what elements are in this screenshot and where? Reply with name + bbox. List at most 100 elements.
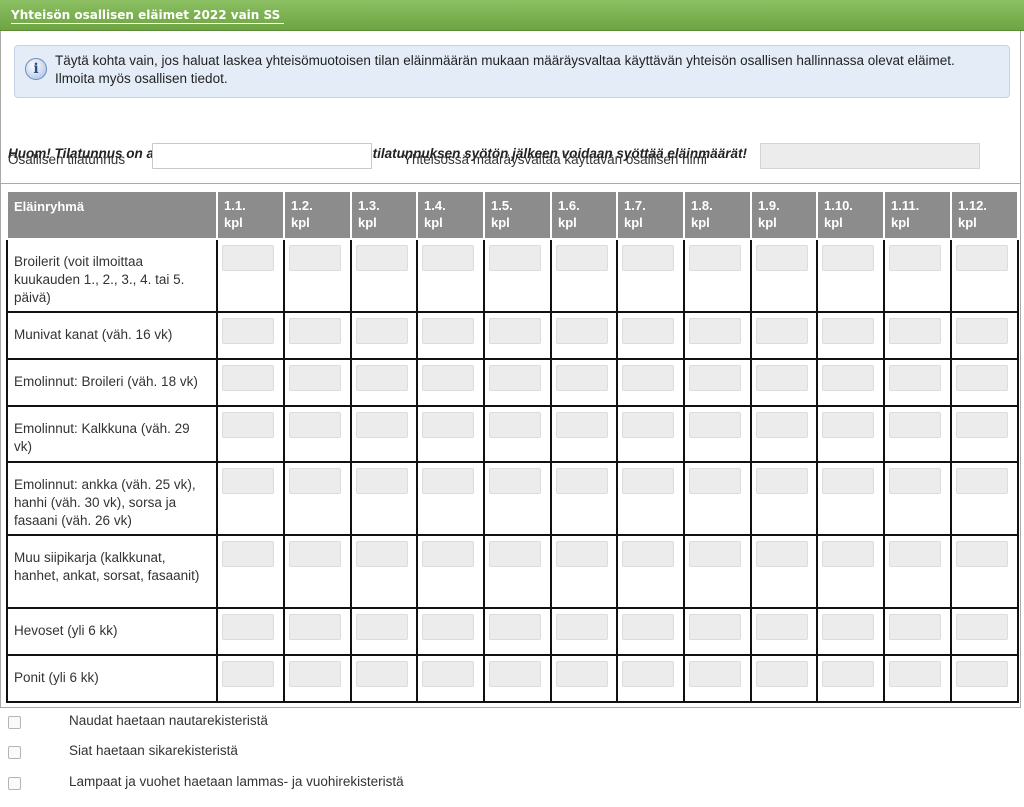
table-cell <box>283 311 352 360</box>
animal-count-input <box>822 412 874 438</box>
table-cell <box>816 405 885 463</box>
table-cell <box>483 607 552 656</box>
table-cell <box>883 654 952 703</box>
table-cell <box>416 358 485 407</box>
registry-checkbox-row[interactable]: Naudat haetaan nautarekisteristä <box>8 713 608 733</box>
table-cell <box>883 461 952 536</box>
animal-count-input <box>489 412 541 438</box>
table-cell <box>816 461 885 536</box>
table-cell <box>550 654 618 703</box>
column-header-unit: kpl <box>558 215 577 230</box>
table-cell <box>750 238 818 313</box>
table-cell <box>283 534 352 609</box>
table-cell <box>416 534 485 609</box>
registry-checkbox[interactable] <box>8 777 21 790</box>
registry-checkbox-row[interactable]: Siat haetaan sikarekisteristä <box>8 743 608 763</box>
animal-group-label: Broilerit (voit ilmoittaa kuukauden 1., … <box>6 238 218 313</box>
table-cell <box>350 311 418 360</box>
column-header-month: 1.11. kpl <box>883 190 952 240</box>
column-header-month: 1.6. kpl <box>550 190 618 240</box>
animal-count-input <box>289 245 341 271</box>
farm-id-input[interactable] <box>152 143 372 169</box>
table-cell <box>683 405 752 463</box>
animal-count-input <box>956 614 1008 640</box>
table-cell <box>750 405 818 463</box>
table-row: Broilerit (voit ilmoittaa kuukauden 1., … <box>6 238 1019 313</box>
animal-count-input <box>822 318 874 344</box>
table-cell <box>883 311 952 360</box>
column-header-month: 1.4. kpl <box>416 190 485 240</box>
table-cell <box>883 607 952 656</box>
table-row: Muu siipikarja (kalkkunat, hanhet, ankat… <box>6 534 1019 609</box>
registry-checkbox[interactable] <box>8 746 21 759</box>
table-cell <box>950 238 1019 313</box>
animal-count-input <box>889 541 941 567</box>
animal-count-input <box>889 365 941 391</box>
table-cell <box>416 461 485 536</box>
table-cell <box>750 358 818 407</box>
animal-count-input <box>422 318 474 344</box>
animal-count-input <box>956 245 1008 271</box>
animal-count-input <box>489 468 541 494</box>
column-header-date: 1.4. <box>424 198 446 213</box>
animal-count-input <box>289 541 341 567</box>
animal-count-input <box>289 318 341 344</box>
table-cell <box>883 358 952 407</box>
animal-count-input <box>622 614 674 640</box>
animal-count-input <box>556 318 608 344</box>
table-cell <box>283 358 352 407</box>
animal-count-input <box>356 412 408 438</box>
column-header-month: 1.2. kpl <box>283 190 352 240</box>
animal-count-input <box>889 318 941 344</box>
animal-count-input <box>956 541 1008 567</box>
table-cell <box>216 534 285 609</box>
section-title[interactable]: Yhteisön osallisen eläimet 2022 vain SS <box>11 8 285 24</box>
animal-count-input <box>822 468 874 494</box>
table-cell <box>950 405 1019 463</box>
animal-count-input <box>689 318 741 344</box>
animal-count-input <box>622 245 674 271</box>
animal-count-input <box>689 412 741 438</box>
animal-group-label: Muu siipikarja (kalkkunat, hanhet, ankat… <box>6 534 218 609</box>
column-header-month: 1.12. kpl <box>950 190 1019 240</box>
animal-group-label: Emolinnut: Kalkkuna (väh. 29 vk) <box>6 405 218 463</box>
animal-count-input <box>289 412 341 438</box>
animal-count-input <box>556 541 608 567</box>
animal-count-input <box>222 365 274 391</box>
animal-count-input <box>289 365 341 391</box>
column-header-date: 1.9. <box>758 198 780 213</box>
table-cell <box>816 358 885 407</box>
table-cell <box>950 311 1019 360</box>
member-name-input <box>760 143 980 169</box>
animal-count-input <box>222 318 274 344</box>
column-header-unit: kpl <box>624 215 643 230</box>
column-header-month: 1.3. kpl <box>350 190 418 240</box>
animal-count-input <box>556 661 608 687</box>
animal-count-input <box>689 541 741 567</box>
table-cell <box>816 534 885 609</box>
table-cell <box>683 358 752 407</box>
table-cell <box>883 238 952 313</box>
animal-count-input <box>822 245 874 271</box>
table-cell <box>416 607 485 656</box>
column-header-date: 1.2. <box>291 198 313 213</box>
info-box: i Täytä kohta vain, jos haluat laskea yh… <box>14 45 1010 98</box>
table-cell <box>350 238 418 313</box>
animal-count-input <box>356 468 408 494</box>
table-cell <box>550 405 618 463</box>
animal-count-input <box>622 318 674 344</box>
animal-count-input <box>422 614 474 640</box>
table-row: Emolinnut: Kalkkuna (väh. 29 vk) <box>6 405 1019 463</box>
column-header-date: 1.11. <box>891 198 920 213</box>
animal-count-input <box>489 661 541 687</box>
table-cell <box>950 461 1019 536</box>
table-cell <box>616 358 685 407</box>
table-cell <box>750 311 818 360</box>
table-cell <box>550 461 618 536</box>
registry-checkbox[interactable] <box>8 716 21 729</box>
animal-count-input <box>556 365 608 391</box>
column-header-month: 1.8. kpl <box>683 190 752 240</box>
registry-checkbox-row[interactable]: Lampaat ja vuohet haetaan lammas- ja vuo… <box>8 774 608 794</box>
table-cell <box>483 358 552 407</box>
animal-group-label: Hevoset (yli 6 kk) <box>6 607 218 656</box>
